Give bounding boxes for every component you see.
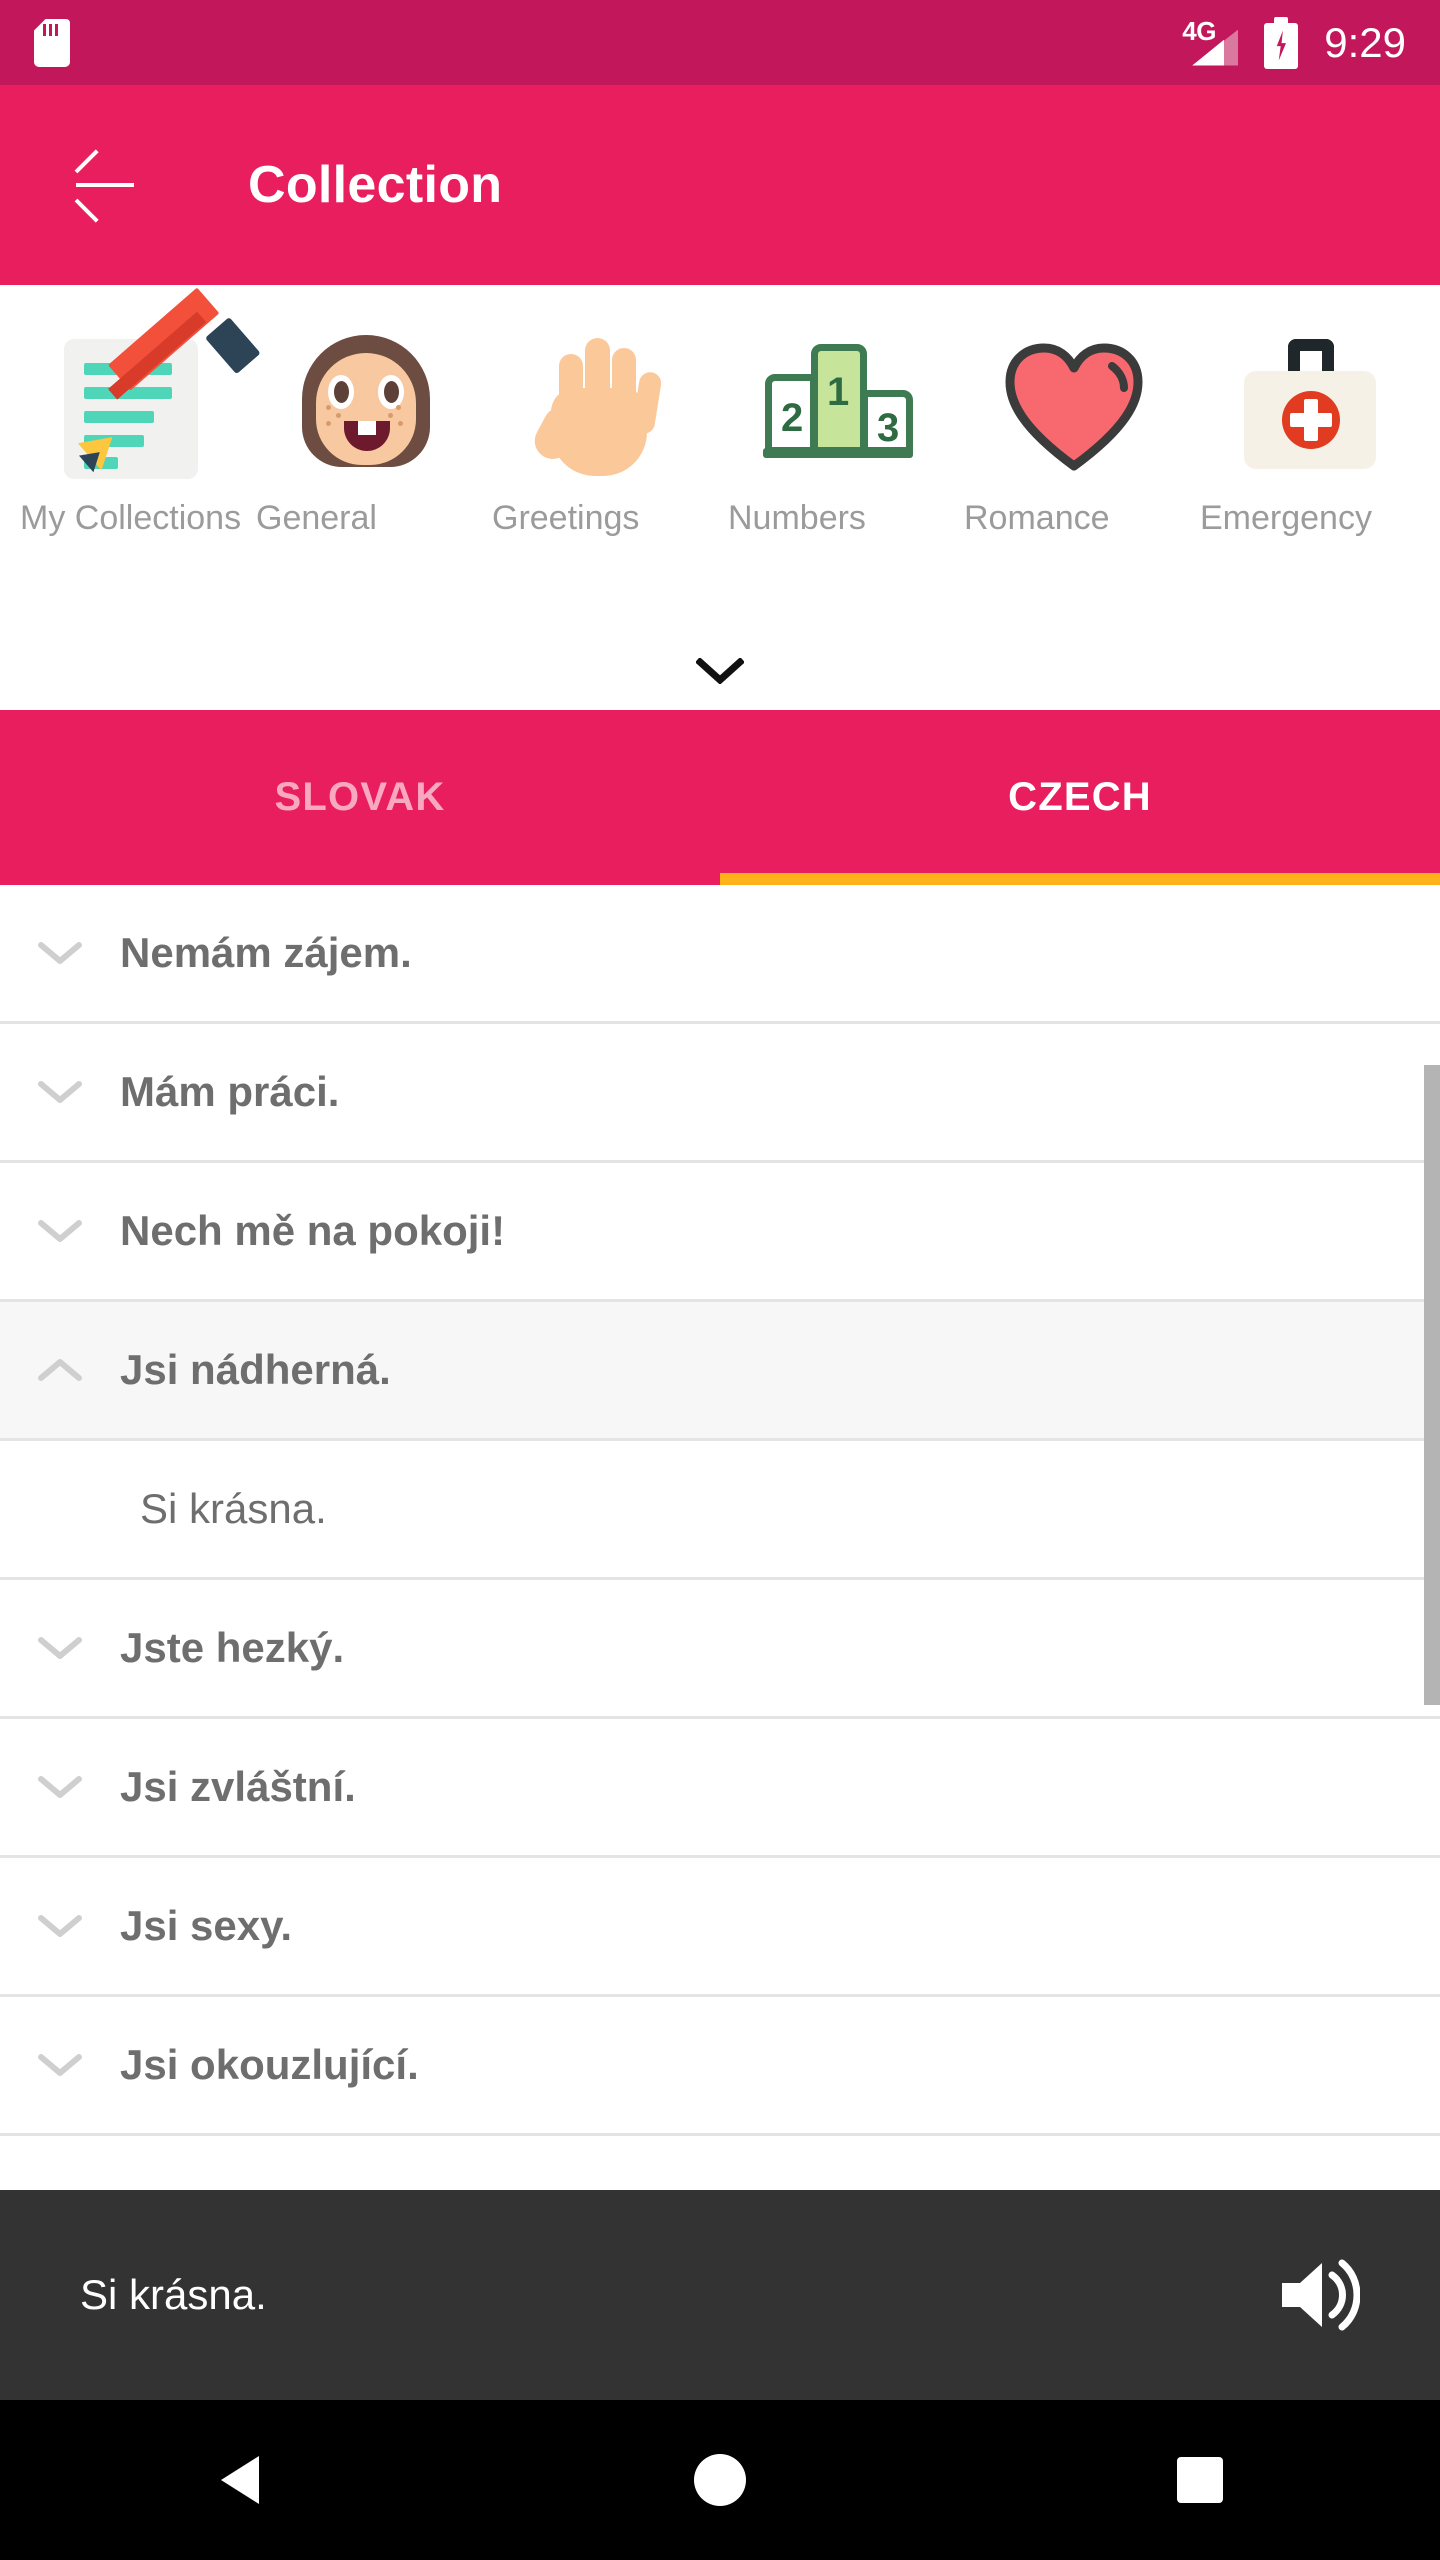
heart-icon [999, 327, 1149, 487]
category-item-emergency[interactable]: Emergency [1192, 327, 1428, 541]
category-item-romance[interactable]: Romance [956, 327, 1192, 541]
category-label: Romance [964, 499, 1110, 537]
chevron-down-icon[interactable] [0, 2052, 120, 2078]
category-row: My Collections General Greetings 2 1 3 N… [0, 285, 1440, 541]
status-bar-left [34, 18, 70, 67]
vertical-scrollbar[interactable] [1424, 1065, 1440, 1705]
chevron-down-icon[interactable] [0, 1774, 120, 1800]
back-arrow-icon [74, 149, 134, 223]
language-tab-bar: SLOVAK CZECH [0, 710, 1440, 885]
translation-text: Si krásna. [140, 1485, 327, 1532]
list-item-expanded[interactable]: Jsi nádherná. [0, 1302, 1440, 1441]
phrase-text: Mám práci. [120, 1068, 340, 1115]
audio-player-bar: Si krásna. [0, 2190, 1440, 2400]
girl-face-icon [291, 327, 441, 487]
list-item[interactable]: Jsi zvláštní. [0, 1719, 1440, 1858]
chevron-down-icon[interactable] [0, 1218, 120, 1244]
back-button[interactable] [40, 120, 170, 250]
expand-categories-button[interactable] [0, 658, 1440, 684]
chevron-up-icon[interactable] [0, 1357, 120, 1383]
phrase-text: Jsi okouzlující. [120, 2041, 419, 2088]
phrase-list[interactable]: Nemám zájem. Mám práci. Nech mě na pokoj… [0, 885, 1440, 2190]
podium-123-icon: 2 1 3 [763, 327, 913, 487]
status-bar-clock: 9:29 [1324, 18, 1406, 66]
translation-row[interactable]: Si krásna. [0, 1441, 1440, 1580]
chevron-down-icon[interactable] [0, 1913, 120, 1939]
app-toolbar: Collection [0, 85, 1440, 285]
phone-screen: 4G 9:29 Collection My Collections Genera… [0, 0, 1440, 2560]
category-item-general[interactable]: General [248, 327, 484, 541]
category-label: General [256, 499, 377, 537]
phrase-text: Nech mě na pokoji! [120, 1207, 506, 1254]
tab-label: SLOVAK [274, 775, 446, 819]
nav-home-button[interactable] [480, 2454, 960, 2506]
tab-czech[interactable]: CZECH [720, 710, 1440, 885]
nav-back-triangle-icon [221, 2456, 259, 2504]
nav-back-button[interactable] [0, 2456, 480, 2504]
category-item-numbers[interactable]: 2 1 3 Numbers [720, 327, 956, 541]
status-bar-right: 4G 9:29 [1182, 16, 1406, 69]
list-item[interactable]: Jste hezký. [0, 1580, 1440, 1719]
category-item-greetings[interactable]: Greetings [484, 327, 720, 541]
signal-bars-icon: 4G [1182, 16, 1239, 68]
phrase-text: Nemám zájem. [120, 929, 412, 976]
player-phrase-text: Si krásna. [80, 2271, 267, 2318]
speaker-volume-icon[interactable] [1274, 2255, 1361, 2335]
list-item[interactable]: Nech mě na pokoji! [0, 1163, 1440, 1302]
category-panel: My Collections General Greetings 2 1 3 N… [0, 285, 1440, 710]
network-type-label: 4G [1182, 15, 1216, 46]
chevron-down-icon[interactable] [0, 1079, 120, 1105]
raised-hand-icon [527, 327, 677, 487]
tab-label: CZECH [1008, 775, 1152, 819]
chevron-down-icon[interactable] [0, 1635, 120, 1661]
phrase-text: Jsi nádherná. [120, 1346, 391, 1393]
phrase-text: Jsi zvláštní. [120, 1763, 356, 1810]
nav-recents-square-icon [1177, 2457, 1223, 2503]
phrase-text: Jste hezký. [120, 1624, 345, 1671]
category-label: Emergency [1200, 499, 1372, 537]
android-nav-bar [0, 2400, 1440, 2560]
chevron-down-icon [696, 658, 744, 684]
category-item-my-collections[interactable]: My Collections [12, 287, 261, 541]
category-label: Numbers [728, 499, 866, 537]
chevron-down-icon[interactable] [0, 940, 120, 966]
category-label: Greetings [492, 499, 640, 537]
list-item[interactable]: Mám práci. [0, 1024, 1440, 1163]
nav-recents-button[interactable] [960, 2457, 1440, 2503]
list-item[interactable]: Jsi sexy. [0, 1858, 1440, 1997]
battery-charging-icon [1264, 16, 1299, 69]
sd-card-icon [34, 18, 70, 67]
status-bar: 4G 9:29 [0, 0, 1440, 85]
list-item[interactable]: Jsi okouzlující. [0, 1997, 1440, 2136]
list-item[interactable]: Nemám zájem. [0, 885, 1440, 1024]
phrase-text: Jsi sexy. [120, 1902, 293, 1949]
page-title: Collection [248, 156, 503, 214]
list-item-partial[interactable] [0, 2136, 1440, 2190]
first-aid-kit-icon [1235, 327, 1385, 487]
memo-pencil-icon [55, 287, 261, 487]
tab-active-indicator [720, 873, 1440, 885]
category-label: My Collections [20, 499, 242, 537]
nav-home-circle-icon [694, 2454, 746, 2506]
tab-slovak[interactable]: SLOVAK [0, 710, 720, 885]
